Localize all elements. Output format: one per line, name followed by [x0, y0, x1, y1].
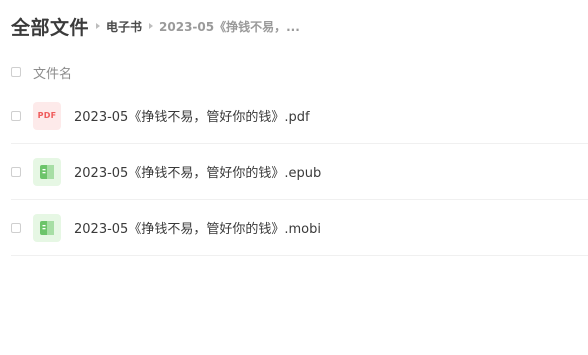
row-checkbox[interactable] [11, 110, 21, 121]
ebook-icon [33, 213, 61, 242]
ebook-icon [33, 157, 61, 186]
row-checkbox[interactable] [11, 222, 21, 233]
breadcrumb: 全部文件 电子书 2023-05《挣钱不易，... [11, 13, 300, 39]
file-name[interactable]: 2023-05《挣钱不易，管好你的钱》.mobi [74, 218, 321, 237]
breadcrumb-current: 2023-05《挣钱不易，... [159, 19, 300, 34]
file-row[interactable]: 2023-05《挣钱不易，管好你的钱》.epub [11, 144, 588, 200]
pdf-icon: PDF [33, 101, 61, 130]
file-browser: 全部文件 电子书 2023-05《挣钱不易，... 文件名 PDF 2023-0… [0, 0, 588, 355]
breadcrumb-separator-icon [96, 23, 101, 29]
breadcrumb-separator-icon [149, 23, 154, 29]
file-row[interactable]: PDF 2023-05《挣钱不易，管好你的钱》.pdf [11, 88, 588, 144]
select-all-checkbox[interactable] [11, 67, 21, 77]
breadcrumb-folder[interactable]: 电子书 [106, 18, 142, 35]
breadcrumb-root[interactable]: 全部文件 [11, 13, 89, 40]
file-name[interactable]: 2023-05《挣钱不易，管好你的钱》.pdf [74, 106, 310, 125]
file-name[interactable]: 2023-05《挣钱不易，管好你的钱》.epub [74, 162, 321, 181]
list-header: 文件名 [11, 63, 72, 82]
row-checkbox[interactable] [11, 166, 21, 177]
column-header-filename[interactable]: 文件名 [33, 63, 72, 82]
pdf-icon-label: PDF [37, 111, 57, 120]
file-row[interactable]: 2023-05《挣钱不易，管好你的钱》.mobi [11, 200, 588, 256]
